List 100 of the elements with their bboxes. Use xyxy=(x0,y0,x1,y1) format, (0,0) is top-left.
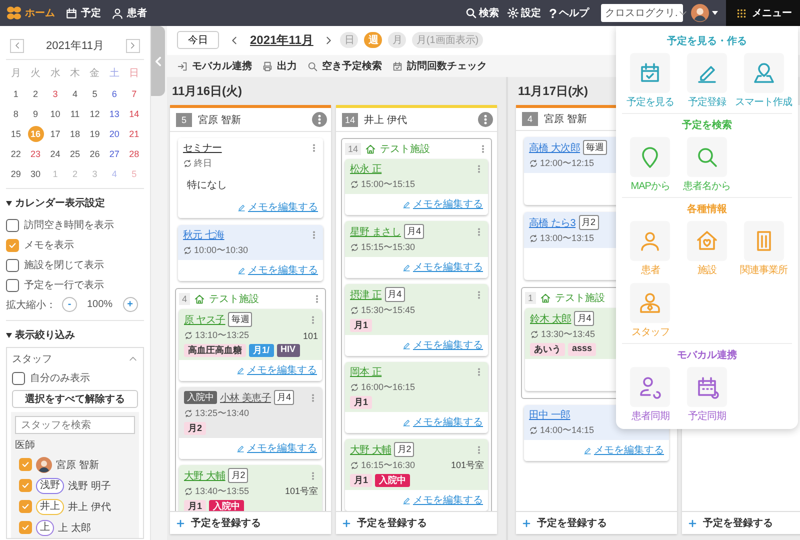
calendar-day[interactable]: 26 xyxy=(86,146,103,162)
calendar-day[interactable]: 23 xyxy=(28,146,44,162)
today-button[interactable]: 今日 xyxy=(177,31,219,49)
calendar-day[interactable]: 2 xyxy=(28,86,44,102)
visit-time: 16:15〜16:30 xyxy=(361,459,416,472)
frequency-badge: 月2 xyxy=(578,215,599,230)
toolbar-action[interactable]: 空き予定検索 xyxy=(307,59,382,73)
count-badge: 4 xyxy=(179,293,190,305)
checkbox[interactable] xyxy=(19,500,32,513)
add-appointment-button[interactable]: 予定を登録する xyxy=(516,511,677,534)
view-toggle[interactable]: 月(1画面表示) xyxy=(412,32,483,48)
calendar-day[interactable]: 24 xyxy=(47,146,64,162)
calendar-day[interactable]: 13 xyxy=(106,106,122,122)
weekday-label: 水 xyxy=(50,66,60,81)
patient-name-link[interactable]: 松永 正 xyxy=(350,162,382,176)
dropdown-caret-icon[interactable] xyxy=(712,11,718,15)
calendar-day[interactable]: 15 xyxy=(8,126,24,142)
zoom-out-button[interactable]: - xyxy=(62,297,77,312)
calendar-day[interactable]: 14 xyxy=(126,106,142,122)
nav-tab[interactable]: ホーム xyxy=(6,5,55,21)
calendar-day[interactable]: 9 xyxy=(28,106,44,122)
edit-memo-link[interactable]: メモを編集する xyxy=(247,441,317,455)
patient-name-link[interactable]: 原 ヤス子 xyxy=(184,312,226,326)
next-month-button[interactable] xyxy=(126,38,140,52)
calendar-day[interactable]: 8 xyxy=(8,106,24,122)
calendar-day[interactable]: 11 xyxy=(66,106,83,122)
add-appointment-button[interactable]: 予定を登録する xyxy=(170,511,331,534)
calendar-day[interactable]: 18 xyxy=(66,126,83,142)
staff-search-field[interactable]: スタッフを検索 xyxy=(15,416,135,434)
toolbar-action[interactable]: 出力 xyxy=(262,59,297,73)
prev-month-button[interactable] xyxy=(10,38,24,52)
user-avatar[interactable] xyxy=(691,4,709,22)
zoom-in-button[interactable]: + xyxy=(122,297,138,312)
patient-name-link[interactable]: 高橋 大次郎 xyxy=(529,140,580,154)
staff-initials: 上 xyxy=(36,520,54,536)
nav-tab[interactable]: 患者 xyxy=(111,6,147,20)
patient-name-link[interactable]: 秋元 七海 xyxy=(183,228,224,242)
calendar-day[interactable]: 10 xyxy=(47,106,64,122)
more-icon[interactable] xyxy=(312,112,327,127)
patient-name-link[interactable]: 小林 美恵子 xyxy=(220,390,271,404)
toolbar-link[interactable]: ?ヘルプ xyxy=(549,6,589,20)
patient-name-link[interactable]: 摂津 正 xyxy=(350,288,382,302)
checkbox[interactable] xyxy=(19,458,32,471)
toolbar-link[interactable]: 検索 xyxy=(465,6,500,20)
calendar-day[interactable]: 30 xyxy=(28,166,44,182)
edit-memo-link[interactable]: メモを編集する xyxy=(413,415,483,429)
month-title: 2021年11月 xyxy=(250,32,314,48)
calendar-day[interactable]: 6 xyxy=(106,86,122,102)
collapse-caret-icon[interactable] xyxy=(6,332,12,338)
edit-memo-link[interactable]: メモを編集する xyxy=(594,443,664,457)
patient-name-link[interactable]: 大野 大輔 xyxy=(184,468,226,482)
view-toggle[interactable]: 月 xyxy=(388,32,406,48)
calendar-day[interactable]: 5 xyxy=(86,86,103,102)
calendar-day[interactable]: 21 xyxy=(126,126,142,142)
checkbox[interactable] xyxy=(6,258,19,272)
edit-memo-link[interactable]: メモを編集する xyxy=(413,493,483,507)
add-appointment-button[interactable]: 予定を登録する xyxy=(682,511,800,534)
calendar-day[interactable]: 20 xyxy=(106,126,122,142)
add-appointment-button[interactable]: 予定を登録する xyxy=(336,511,497,534)
edit-memo-link[interactable]: メモを編集する xyxy=(413,338,483,352)
collapse-caret-icon[interactable] xyxy=(6,200,12,206)
toolbar-action[interactable]: モバカル連携 xyxy=(177,59,252,73)
calendar-day[interactable]: 27 xyxy=(106,146,122,162)
patient-name-link[interactable]: 高橋 たら3 xyxy=(529,216,576,230)
calendar-day[interactable]: 28 xyxy=(126,146,142,162)
toolbar-link[interactable]: 設定 xyxy=(507,6,542,20)
edit-memo-link[interactable]: メモを編集する xyxy=(248,200,318,214)
edit-memo-link[interactable]: メモを編集する xyxy=(247,363,317,377)
checkbox[interactable] xyxy=(12,372,25,384)
calendar-day[interactable]: 12 xyxy=(86,106,103,122)
more-icon[interactable] xyxy=(478,112,493,127)
checkbox[interactable] xyxy=(19,479,32,492)
nav-tab[interactable]: 予定 xyxy=(65,6,101,20)
calendar-day[interactable]: 29 xyxy=(8,166,24,182)
calendar-day[interactable]: 19 xyxy=(86,126,103,142)
patient-name-link[interactable]: 鈴木 太郎 xyxy=(530,312,572,326)
calendar-day[interactable]: 22 xyxy=(8,146,24,162)
calendar-day[interactable]: 4 xyxy=(66,86,83,102)
checkbox[interactable] xyxy=(6,278,19,292)
calendar-day[interactable]: 1 xyxy=(8,86,24,102)
event-title[interactable]: セミナー xyxy=(183,141,222,155)
calendar-day[interactable]: 7 xyxy=(126,86,142,102)
patient-name-link[interactable]: 星野 まさし xyxy=(350,224,401,238)
edit-memo-link[interactable]: メモを編集する xyxy=(248,263,318,277)
patient-name-link[interactable]: 岡本 正 xyxy=(350,365,382,379)
edit-memo-link[interactable]: メモを編集する xyxy=(413,197,483,211)
collapse-sidebar-button[interactable] xyxy=(151,26,165,96)
view-toggle[interactable]: 日 xyxy=(340,32,358,48)
calendar-day[interactable]: 3 xyxy=(47,86,64,102)
checkbox[interactable] xyxy=(19,521,32,534)
edit-memo-link[interactable]: メモを編集する xyxy=(413,260,483,274)
checkbox[interactable] xyxy=(6,238,19,252)
calendar-day[interactable]: 17 xyxy=(47,126,64,142)
patient-name-link[interactable]: 大野 大輔 xyxy=(350,442,392,456)
toolbar-action[interactable]: 訪問回数チェック xyxy=(392,59,487,73)
clear-selection-button[interactable]: 選択をすべて解除する xyxy=(12,390,138,408)
patient-name-link[interactable]: 田中 一郎 xyxy=(529,408,570,422)
checkbox[interactable] xyxy=(6,218,19,232)
calendar-day[interactable]: 25 xyxy=(66,146,83,162)
menu-button[interactable]: メニュー xyxy=(726,0,800,26)
